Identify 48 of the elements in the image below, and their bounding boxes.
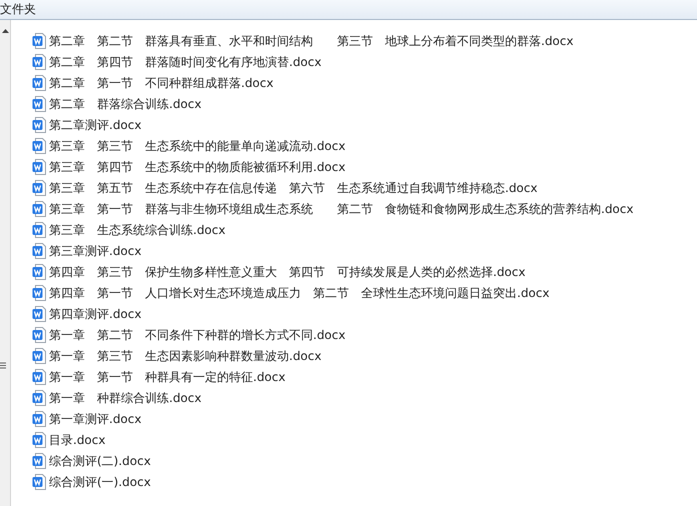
word-document-icon	[32, 116, 46, 132]
word-document-icon	[32, 306, 46, 322]
word-document-icon	[32, 474, 46, 490]
navigation-pane-scrollbar[interactable]	[0, 20, 11, 506]
word-document-icon	[32, 410, 46, 426]
file-name[interactable]: 第二章 群落综合训练.docx	[49, 96, 202, 112]
word-document-icon	[32, 222, 46, 238]
word-document-icon	[32, 326, 46, 342]
word-document-icon	[32, 264, 46, 280]
word-document-icon	[32, 32, 46, 48]
scroll-up-icon[interactable]	[2, 29, 8, 33]
word-document-icon	[32, 138, 46, 154]
file-name[interactable]: 第一章 种群综合训练.docx	[49, 390, 202, 406]
file-name[interactable]: 第四章 第一节 人口增长对生态环境造成压力 第二节 全球性生态环境问题日益突出.docx	[49, 284, 550, 300]
file-name[interactable]: 第一章 第二节 不同条件下种群的增长方式不同.docx	[49, 326, 346, 342]
grip-icon[interactable]	[0, 362, 6, 369]
file-name[interactable]: 第一章 第一节 种群具有一定的特征.docx	[49, 368, 286, 384]
word-document-icon	[32, 200, 46, 216]
word-document-icon	[32, 74, 46, 90]
word-document-icon	[32, 284, 46, 300]
file-name[interactable]: 第三章 第五节 生态系统中存在信息传递 第六节 生态系统通过自我调节维持稳态.docx	[49, 180, 538, 196]
word-document-icon	[32, 96, 46, 112]
header-title: 文件夹	[0, 1, 36, 18]
file-name[interactable]: 第三章 第三节 生态系统中的能量单向递减流动.docx	[49, 138, 346, 154]
file-name[interactable]: 第二章 第四节 群落随时间变化有序地演替.docx	[49, 54, 322, 70]
file-name[interactable]: 目录.docx	[49, 432, 106, 448]
file-name[interactable]: 第一章测评.docx	[49, 410, 142, 426]
file-name[interactable]: 综合测评(二).docx	[49, 452, 151, 468]
file-name[interactable]: 第二章 第一节 不同种群组成群落.docx	[49, 74, 274, 90]
file-name[interactable]: 第四章测评.docx	[49, 306, 142, 322]
file-name[interactable]: 第三章 第四节 生态系统中的物质能被循环利用.docx	[49, 158, 346, 174]
word-document-icon	[32, 452, 46, 468]
word-document-icon	[32, 390, 46, 406]
file-name[interactable]: 第二章测评.docx	[49, 116, 142, 132]
file-name[interactable]: 第二章 第二节 群落具有垂直、水平和时间结构 第三节 地球上分布着不同类型的群落.docx	[49, 32, 574, 48]
file-name[interactable]: 综合测评(一).docx	[49, 474, 151, 490]
file-name[interactable]: 第三章 第一节 群落与非生物环境组成生态系统 第二节 食物链和食物网形成生态系统的营养结构.docx	[49, 200, 634, 216]
file-name[interactable]: 第三章 生态系统综合训练.docx	[49, 222, 226, 238]
word-document-icon	[32, 180, 46, 196]
word-document-icon	[32, 54, 46, 70]
word-document-icon	[32, 432, 46, 448]
file-name[interactable]: 第三章测评.docx	[49, 242, 142, 258]
file-name[interactable]: 第四章 第三节 保护生物多样性意义重大 第四节 可持续发展是人类的必然选择.docx	[49, 264, 526, 280]
word-document-icon	[32, 158, 46, 174]
word-document-icon	[32, 368, 46, 384]
word-document-icon	[32, 348, 46, 364]
file-name[interactable]: 第一章 第三节 生态因素影响种群数量波动.docx	[49, 348, 322, 364]
word-document-icon	[32, 242, 46, 258]
